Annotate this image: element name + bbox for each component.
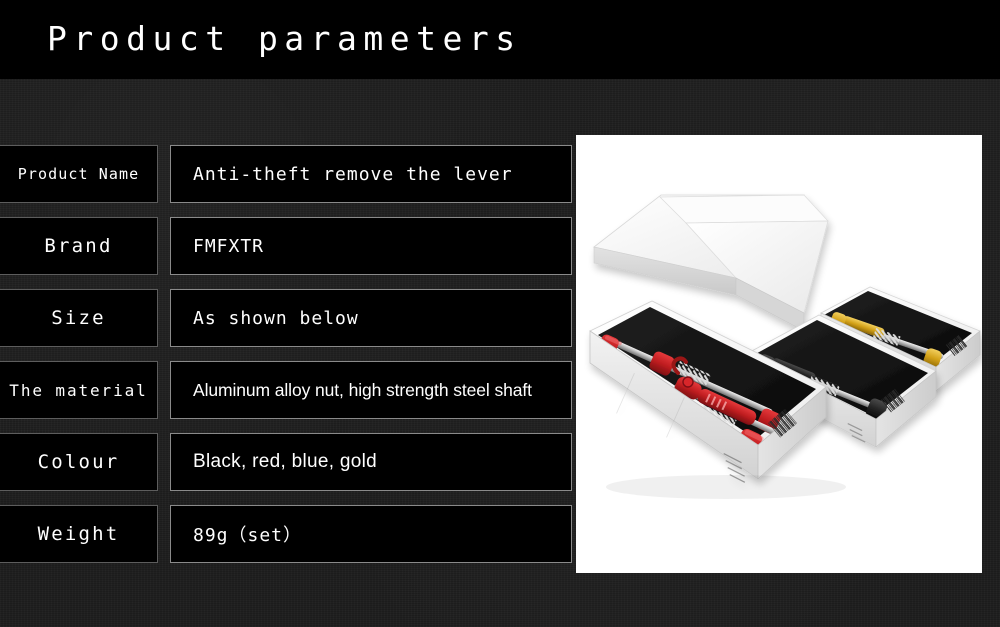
spec-value-weight: 89g（set） [170,505,572,563]
spec-value-the-material: Aluminum alloy nut, high strength steel … [170,361,572,419]
table-row: Size As shown below [0,289,572,347]
spec-label-size: Size [0,289,158,347]
table-row: Colour Black, red, blue, gold [0,433,572,491]
table-row: The material Aluminum alloy nut, high st… [0,361,572,419]
header-banner: Product parameters [0,0,1000,79]
spec-label-brand: Brand [0,217,158,275]
product-photo-illustration [576,135,982,573]
cell-gap [158,433,170,491]
spec-label-the-material: The material [0,361,158,419]
spec-value-colour: Black, red, blue, gold [170,433,572,491]
table-row: Brand FMFXTR [0,217,572,275]
spec-label-colour: Colour [0,433,158,491]
table-row: Weight 89g（set） [0,505,572,563]
product-parameters-table: Product Name Anti-theft remove the lever… [0,145,572,563]
spec-value-product-name: Anti-theft remove the lever [170,145,572,203]
page-title: Product parameters [47,19,522,58]
spec-value-brand: FMFXTR [170,217,572,275]
product-photo [576,135,982,573]
cell-gap [158,145,170,203]
spec-label-product-name: Product Name [0,145,158,203]
cell-gap [158,217,170,275]
table-row: Product Name Anti-theft remove the lever [0,145,572,203]
cell-gap [158,361,170,419]
cell-gap [158,505,170,563]
spec-value-size: As shown below [170,289,572,347]
cell-gap [158,289,170,347]
product-photo-panel [576,135,982,573]
spec-label-weight: Weight [0,505,158,563]
